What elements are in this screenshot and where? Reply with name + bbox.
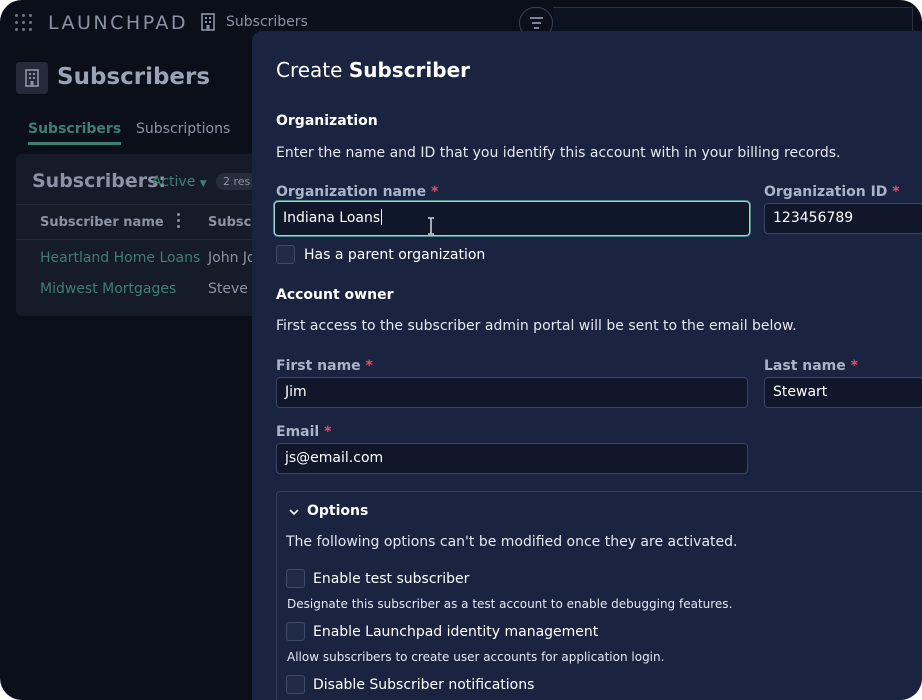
panel-title: Create Subscriber	[276, 58, 470, 82]
last-name-value: Stewart	[773, 384, 828, 400]
filter-icon	[530, 17, 543, 19]
first-name-input[interactable]: Jim	[276, 377, 748, 408]
options-description: The following options can't be modified …	[286, 534, 738, 550]
required-mark: *	[892, 184, 900, 200]
email-label-text: Email	[276, 424, 320, 440]
options-section: Options The following options can't be m…	[276, 491, 922, 700]
first-name-value: Jim	[285, 384, 307, 400]
subscriber-contact: John Jo	[208, 250, 256, 266]
list-heading: Subscribers:	[32, 170, 167, 192]
identity-management-help: Allow subscribers to create user account…	[287, 650, 665, 664]
organization-name-input[interactable]: Indiana Loans	[274, 201, 750, 236]
disable-notifications-label[interactable]: Disable Subscriber notifications	[313, 677, 534, 693]
account-owner-heading: Account owner	[276, 287, 394, 303]
last-name-label-text: Last name	[764, 358, 846, 374]
required-mark: *	[430, 184, 439, 200]
tab-subscriptions[interactable]: Subscriptions	[136, 121, 230, 137]
organization-heading: Organization	[276, 113, 378, 129]
panel-title-prefix: Create	[276, 58, 343, 82]
page-title: Subscribers	[57, 64, 211, 90]
status-filter-value: Active	[152, 174, 196, 190]
breadcrumb[interactable]: Subscribers	[226, 14, 308, 30]
first-name-label-text: First name	[276, 358, 361, 374]
organization-name-label: Organization name *	[276, 184, 438, 200]
required-mark: *	[850, 358, 858, 374]
test-subscriber-label[interactable]: Enable test subscriber	[313, 571, 469, 587]
disable-notifications-checkbox[interactable]	[286, 675, 305, 694]
organization-description: Enter the name and ID that you identify …	[276, 145, 841, 161]
test-subscriber-checkbox[interactable]	[286, 569, 305, 588]
text-cursor-icon	[428, 217, 434, 235]
parent-organization-checkbox[interactable]	[276, 245, 295, 264]
organization-name-label-text: Organization name	[276, 184, 427, 200]
subscriber-link[interactable]: Heartland Home Loans	[40, 250, 200, 266]
subscriber-link[interactable]: Midwest Mortgages	[40, 281, 176, 297]
brand-logo[interactable]: LAUNCHPAD	[48, 12, 188, 34]
last-name-input[interactable]: Stewart	[764, 377, 922, 408]
email-field[interactable]: js@email.com	[276, 443, 748, 474]
organization-name-value: Indiana Loans	[283, 210, 381, 226]
caret-down-icon: ▼	[199, 179, 207, 189]
text-caret	[381, 209, 383, 225]
email-label: Email *	[276, 424, 331, 440]
last-name-label: Last name *	[764, 358, 858, 374]
parent-organization-label[interactable]: Has a parent organization	[304, 247, 485, 263]
test-subscriber-help: Designate this subscriber as a test acco…	[287, 597, 733, 611]
account-owner-description: First access to the subscriber admin por…	[276, 318, 797, 334]
page-building-icon	[16, 62, 48, 94]
first-name-label: First name *	[276, 358, 373, 374]
identity-management-checkbox[interactable]	[286, 622, 305, 641]
organization-id-label-text: Organization ID	[764, 184, 888, 200]
column-menu-icon[interactable]	[177, 213, 181, 231]
identity-management-label[interactable]: Enable Launchpad identity management	[313, 624, 598, 640]
create-subscriber-panel: Create Subscriber Organization Enter the…	[252, 31, 922, 700]
subscribers-list: Subscribers: Active ▼ 2 res Subscriber n…	[16, 154, 276, 316]
table-header: Subscriber name Subscr	[16, 204, 276, 240]
column-header-subscriber[interactable]: Subscr	[208, 215, 258, 230]
required-mark: *	[324, 424, 332, 440]
app-window: LAUNCHPAD Subscribers Subscribers Subscr…	[0, 0, 922, 700]
options-toggle[interactable]: Options	[307, 503, 368, 519]
filter-icon-line	[532, 22, 541, 24]
panel-title-bold: Subscriber	[348, 58, 471, 82]
app-grid-icon[interactable]	[15, 14, 33, 32]
email-value: js@email.com	[285, 450, 384, 466]
tab-subscribers[interactable]: Subscribers	[28, 121, 122, 145]
organization-id-value: 123456789	[773, 210, 854, 226]
organization-id-label: Organization ID *	[764, 184, 900, 200]
organization-id-input[interactable]: 123456789	[764, 203, 922, 234]
building-icon	[201, 13, 215, 31]
column-header-subscriber-name[interactable]: Subscriber name	[40, 215, 164, 230]
filter-icon-line	[534, 27, 539, 29]
required-mark: *	[365, 358, 373, 374]
status-filter-dropdown[interactable]: Active ▼	[152, 174, 207, 190]
chevron-down-icon[interactable]	[289, 507, 299, 517]
